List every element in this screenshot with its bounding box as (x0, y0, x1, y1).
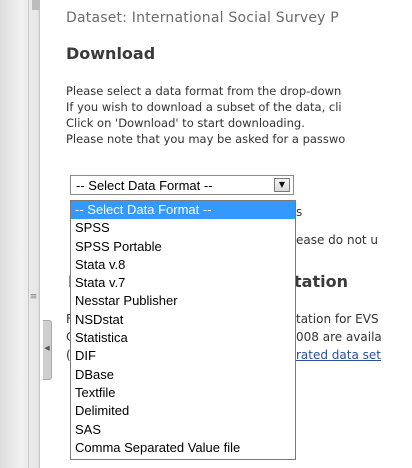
format-option[interactable]: NSDstat (71, 311, 295, 329)
left-panel-strip (0, 0, 40, 468)
panel-splitter[interactable] (28, 0, 29, 468)
instruction-line: If you wish to download a subset of the … (66, 100, 342, 114)
instruction-line: Please select a data format from the dro… (66, 84, 342, 98)
obscured-heading: tation (294, 272, 348, 291)
format-option[interactable]: Stata v.8 (71, 256, 295, 274)
collapse-arrow-icon: ◀ (44, 344, 50, 352)
main-content: Dataset: International Social Survey P D… (66, 0, 412, 468)
format-option[interactable]: -- Select Data Format -- (71, 201, 295, 220)
format-option[interactable]: SPSS (71, 219, 295, 237)
download-instructions: Please select a data format from the dro… (66, 84, 345, 148)
format-option[interactable]: DIF (71, 347, 295, 365)
obscured-text: tation for EVS (296, 312, 379, 326)
triangle-down-icon[interactable]: ▼ (274, 178, 290, 192)
data-format-select[interactable]: -- Select Data Format -- ▼ (70, 175, 294, 195)
instruction-line: Please note that you may be asked for a … (66, 132, 346, 146)
obscured-text: s (296, 205, 303, 219)
format-option[interactable]: Statistica (71, 329, 295, 347)
format-option[interactable]: Comma Separated Value file (71, 439, 295, 457)
instruction-line: Click on 'Download' to start downloading… (66, 116, 305, 130)
obscured-text: ease do not u (296, 233, 379, 247)
format-option[interactable]: SAS (71, 421, 295, 439)
collapse-panel-tab[interactable]: ◀ (43, 320, 52, 380)
format-option[interactable]: SPSS Portable (71, 238, 295, 256)
data-format-options-list[interactable]: -- Select Data Format -- SPSS SPSS Portabl… (70, 200, 296, 460)
dataset-title: Dataset: International Social Survey P (66, 10, 339, 26)
data-set-link[interactable]: rated data set (296, 348, 381, 362)
scrollbar-top[interactable] (32, 0, 40, 10)
download-heading: Download (66, 44, 156, 63)
splitter-grip-icon[interactable]: ≡ (29, 293, 38, 302)
data-format-select-value: -- Select Data Format -- (76, 178, 213, 193)
format-option[interactable]: Textfile (71, 384, 295, 402)
format-option[interactable]: Delimited (71, 402, 295, 420)
obscured-text: 008 are availa (296, 330, 382, 344)
format-option[interactable]: Stata v.7 (71, 274, 295, 292)
format-option[interactable]: Nesstar Publisher (71, 292, 295, 310)
format-option[interactable]: DBase (71, 366, 295, 384)
